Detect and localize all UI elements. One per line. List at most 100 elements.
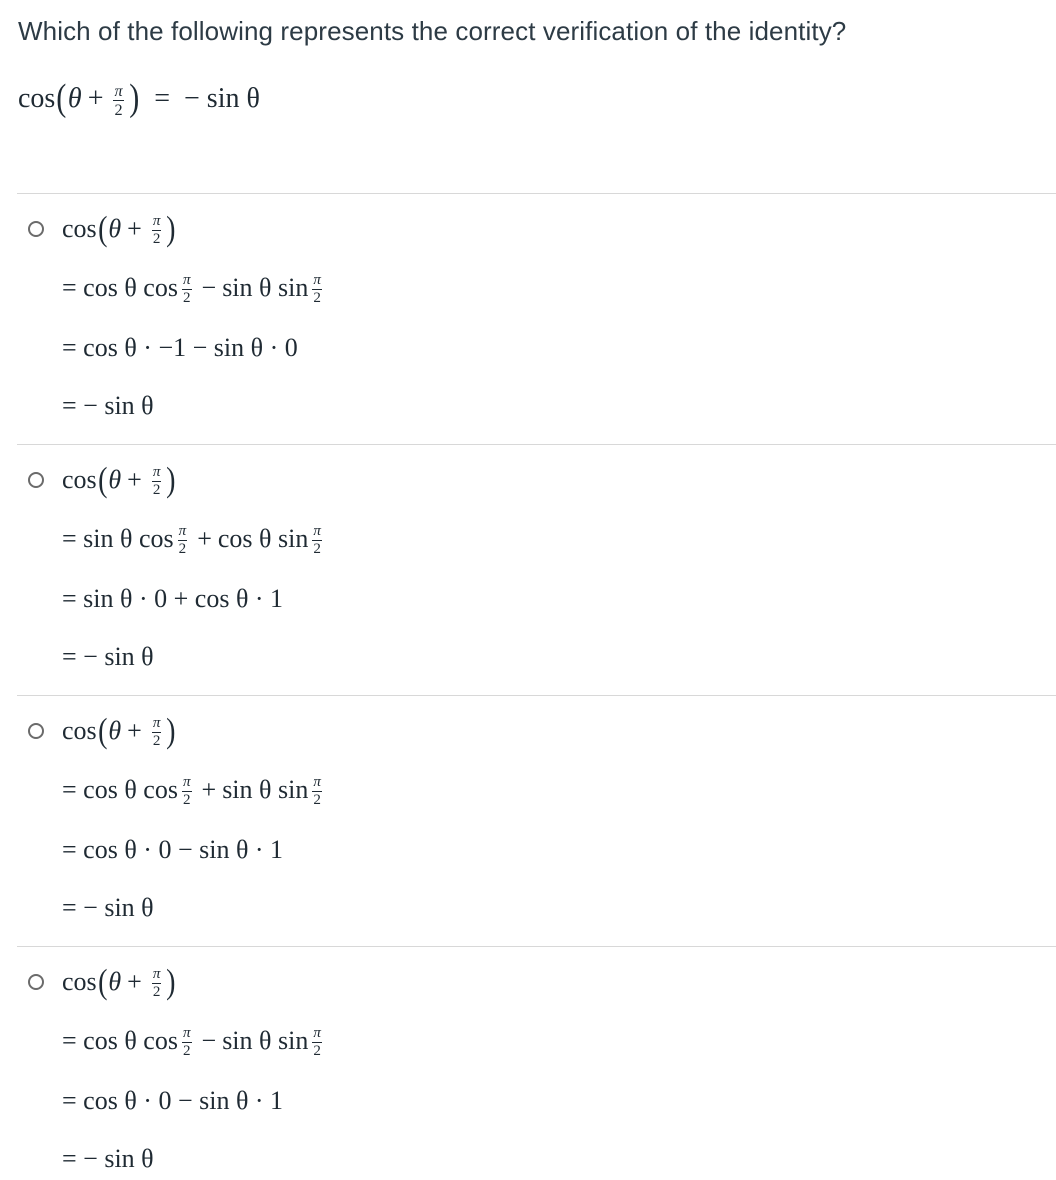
option-step-2: = sin θ · 0 + cos θ · 1 bbox=[62, 584, 283, 614]
pi-over-2-fraction: π 2 bbox=[151, 715, 162, 750]
frac-num: π bbox=[312, 774, 322, 793]
plus-sign: + bbox=[127, 715, 142, 745]
identity-eq: = bbox=[154, 82, 171, 114]
frac-den: 2 bbox=[182, 1043, 191, 1060]
open-paren: ( bbox=[97, 962, 108, 1001]
frac-num: π bbox=[181, 774, 192, 793]
close-paren: ) bbox=[166, 209, 176, 248]
open-paren: ( bbox=[97, 460, 108, 499]
frac-num: π bbox=[151, 966, 162, 985]
frac-den: 2 bbox=[178, 541, 187, 558]
frac-den: 2 bbox=[152, 984, 161, 1001]
frac-den: 2 bbox=[313, 792, 321, 809]
operator: + bbox=[197, 523, 212, 553]
operator: − bbox=[201, 1025, 217, 1055]
radio-button[interactable] bbox=[28, 974, 44, 990]
frac-num: π bbox=[181, 272, 192, 291]
option-head-expression: cos ( θ + π 2 ) bbox=[62, 460, 177, 499]
fn-cos: cos bbox=[62, 464, 97, 494]
option-head-expression: cos ( θ + π 2 ) bbox=[62, 209, 177, 248]
equals-sign: = bbox=[62, 584, 77, 613]
term-1: cos θ cos bbox=[83, 1025, 178, 1055]
frac-num: π bbox=[312, 1025, 322, 1044]
pi-over-2-fraction: π 2 bbox=[151, 213, 162, 248]
close-paren: ) bbox=[166, 962, 176, 1001]
option-step-3: = − sin θ bbox=[62, 391, 154, 421]
term-2: sin θ sin bbox=[222, 774, 309, 804]
term-1: sin θ cos bbox=[83, 523, 174, 553]
option-step-1: = cos θ cos π 2 − sin θ sin π 2 bbox=[62, 1024, 326, 1060]
frac-num: π bbox=[312, 272, 322, 291]
equals-sign: = bbox=[62, 1086, 77, 1115]
option-step-3: = − sin θ bbox=[62, 893, 154, 923]
close-paren: ) bbox=[128, 77, 139, 119]
plus-sign: + bbox=[127, 213, 142, 243]
identity-equation: cos ( θ + π 2 ) = − sin θ bbox=[18, 77, 260, 120]
pi-over-2-fraction: π 2 bbox=[181, 774, 192, 809]
option-divider bbox=[17, 193, 1056, 194]
equals-sign: = bbox=[62, 1144, 77, 1173]
step-3-expression: − sin θ bbox=[83, 893, 154, 922]
identity-rhs: − sin θ bbox=[184, 82, 260, 114]
frac-num: π bbox=[177, 523, 188, 542]
option-divider bbox=[17, 946, 1056, 947]
option-step-2: = cos θ · −1 − sin θ · 0 bbox=[62, 333, 298, 363]
option-step-1: = cos θ cos π 2 + sin θ sin π 2 bbox=[62, 773, 326, 809]
option-divider bbox=[17, 695, 1056, 696]
equals-sign: = bbox=[62, 1025, 77, 1055]
option-step-1: = sin θ cos π 2 + cos θ sin π 2 bbox=[62, 522, 326, 558]
step-3-expression: − sin θ bbox=[83, 1144, 154, 1173]
theta: θ bbox=[108, 464, 122, 494]
option-step-1: = cos θ cos π 2 − sin θ sin π 2 bbox=[62, 271, 326, 307]
frac-num: π bbox=[151, 715, 162, 734]
frac-den: 2 bbox=[182, 290, 191, 307]
theta: θ bbox=[108, 715, 122, 745]
fn-cos: cos bbox=[62, 213, 97, 243]
frac-num: π bbox=[312, 523, 322, 542]
pi-over-2-fraction: π 2 bbox=[312, 272, 322, 307]
theta: θ bbox=[108, 213, 122, 243]
fn-cos: cos bbox=[62, 966, 97, 996]
term-2: sin θ sin bbox=[222, 1025, 309, 1055]
plus-sign: + bbox=[127, 464, 142, 494]
frac-den: 2 bbox=[313, 1043, 321, 1060]
frac-den: 2 bbox=[152, 231, 161, 248]
equals-sign: = bbox=[62, 642, 77, 671]
pi-over-2-fraction: π 2 bbox=[312, 774, 322, 809]
step-2-expression: cos θ · −1 − sin θ · 0 bbox=[83, 333, 298, 362]
frac-den: 2 bbox=[182, 792, 191, 809]
option-step-2: = cos θ · 0 − sin θ · 1 bbox=[62, 1086, 283, 1116]
frac-den: 2 bbox=[313, 290, 321, 307]
equals-sign: = bbox=[62, 774, 77, 804]
identity-fn: cos bbox=[18, 82, 56, 114]
plus-sign: + bbox=[127, 966, 142, 996]
frac-den: 2 bbox=[313, 541, 321, 558]
option-head-expression: cos ( θ + π 2 ) bbox=[62, 962, 177, 1001]
pi-over-2-fraction: π 2 bbox=[177, 523, 188, 558]
radio-button[interactable] bbox=[28, 723, 44, 739]
identity-var: θ bbox=[67, 82, 82, 114]
pi-over-2-fraction: π 2 bbox=[151, 464, 162, 498]
radio-button[interactable] bbox=[28, 221, 44, 237]
frac-num: π bbox=[151, 464, 162, 483]
equals-sign: = bbox=[62, 391, 77, 420]
frac-den: 2 bbox=[152, 733, 161, 750]
option-step-3: = − sin θ bbox=[62, 1144, 154, 1174]
pi-over-2-fraction: π 2 bbox=[181, 272, 192, 307]
operator: + bbox=[201, 774, 217, 804]
equals-sign: = bbox=[62, 893, 77, 922]
equals-sign: = bbox=[62, 333, 77, 362]
pi-over-2-fraction: π 2 bbox=[113, 83, 124, 120]
step-3-expression: − sin θ bbox=[83, 642, 154, 671]
pi-over-2-fraction: π 2 bbox=[312, 1025, 322, 1060]
frac-num: π bbox=[151, 213, 162, 232]
option-divider bbox=[17, 444, 1056, 445]
radio-button[interactable] bbox=[28, 472, 44, 488]
term-1: cos θ cos bbox=[83, 774, 178, 804]
operator: − bbox=[201, 272, 217, 302]
term-2: sin θ sin bbox=[222, 272, 309, 302]
identity-plus: + bbox=[87, 82, 104, 114]
open-paren: ( bbox=[97, 711, 108, 750]
frac-den: 2 bbox=[114, 101, 123, 120]
equals-sign: = bbox=[62, 523, 77, 553]
